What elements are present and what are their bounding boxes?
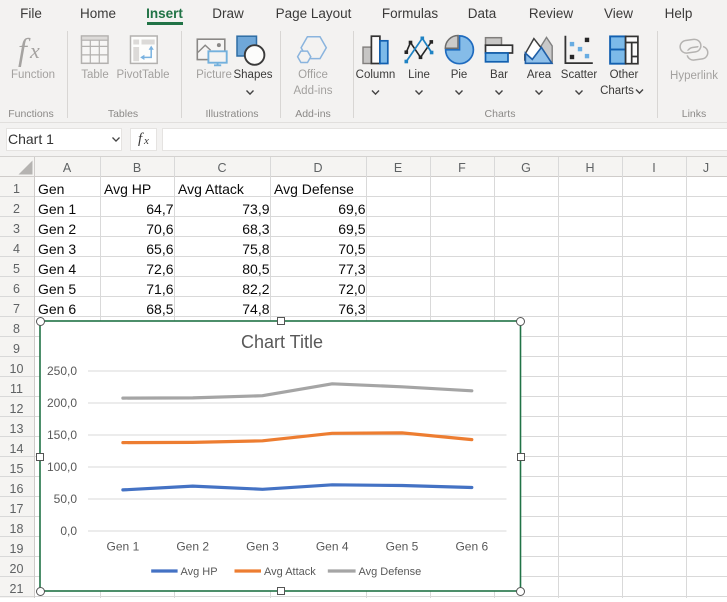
svg-text:Gen 6: Gen 6 xyxy=(455,540,488,554)
svg-text:Gen 2: Gen 2 xyxy=(176,540,209,554)
svg-text:Chart Title: Chart Title xyxy=(241,332,323,352)
svg-text:200,0: 200,0 xyxy=(47,396,77,410)
svg-text:0,0: 0,0 xyxy=(60,524,77,538)
svg-text:Avg Attack: Avg Attack xyxy=(264,566,316,578)
svg-text:Avg Defense: Avg Defense xyxy=(359,566,422,578)
svg-text:Avg HP: Avg HP xyxy=(181,566,218,578)
svg-text:50,0: 50,0 xyxy=(54,492,78,506)
svg-text:150,0: 150,0 xyxy=(47,428,77,442)
svg-text:Gen 3: Gen 3 xyxy=(246,540,279,554)
svg-text:250,0: 250,0 xyxy=(47,364,77,378)
svg-text:100,0: 100,0 xyxy=(47,460,77,474)
svg-text:Gen 1: Gen 1 xyxy=(107,540,140,554)
svg-text:Gen 5: Gen 5 xyxy=(386,540,419,554)
svg-text:Gen 4: Gen 4 xyxy=(316,540,349,554)
